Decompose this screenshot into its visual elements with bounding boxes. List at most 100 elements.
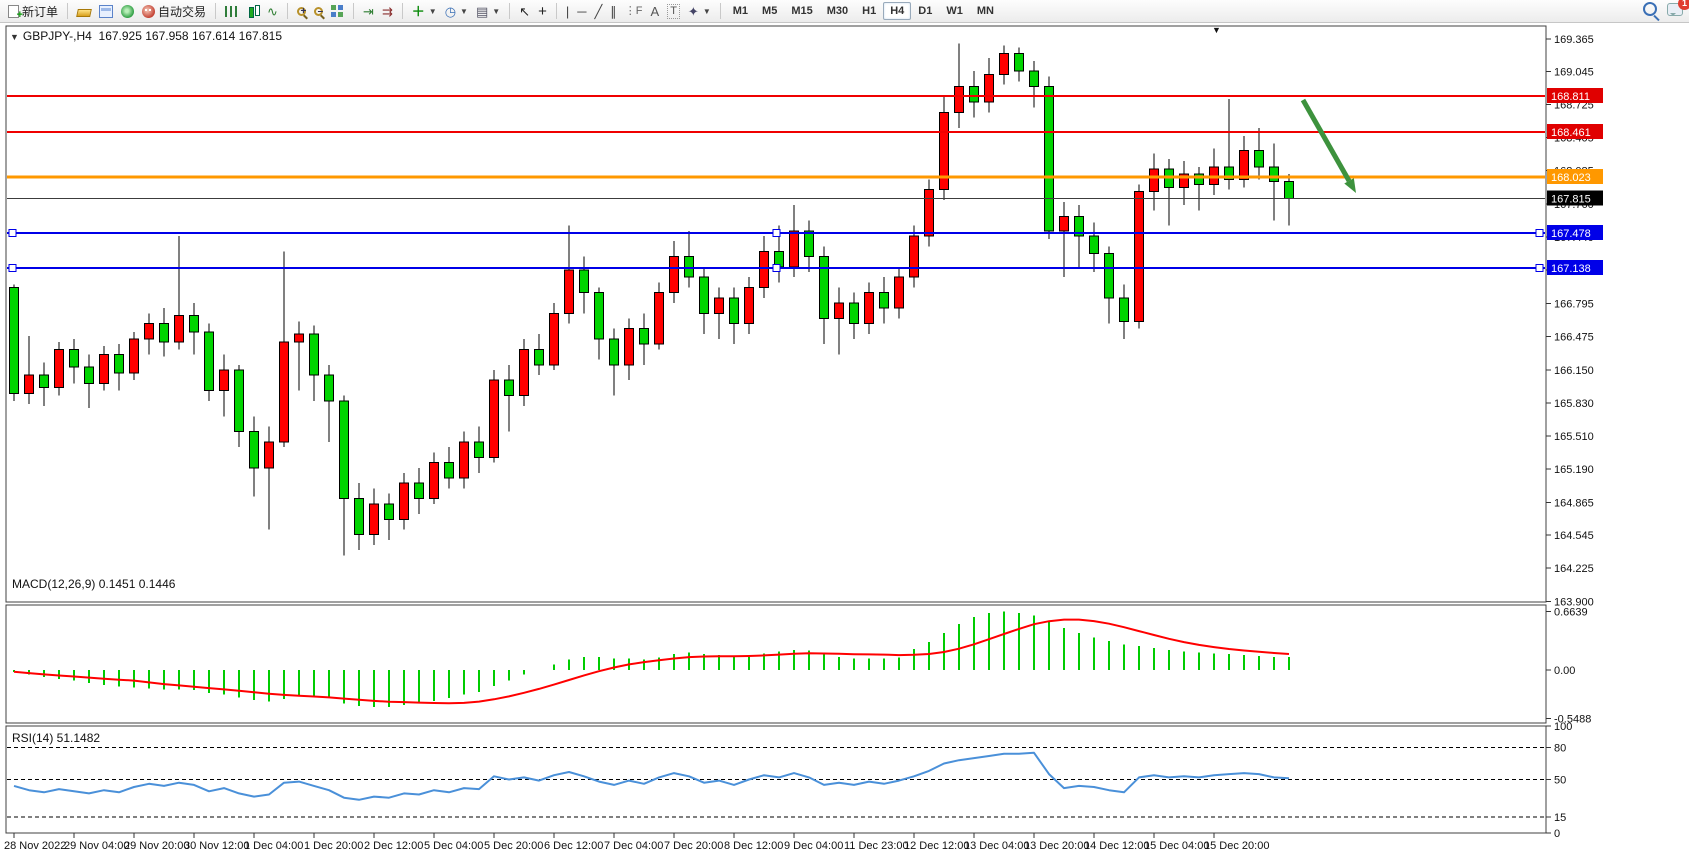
bar-chart-button[interactable] xyxy=(221,1,243,22)
chart-window-icon[interactable] xyxy=(95,1,117,22)
candle xyxy=(55,349,64,387)
timeframe-w1-button[interactable]: W1 xyxy=(939,2,970,20)
svg-text:168.023: 168.023 xyxy=(1551,172,1591,184)
candle xyxy=(760,251,769,287)
svg-text:165.190: 165.190 xyxy=(1554,464,1594,476)
candle xyxy=(310,334,319,375)
svg-text:1 Dec 20:00: 1 Dec 20:00 xyxy=(304,840,363,852)
candle xyxy=(865,293,874,324)
svg-text:100: 100 xyxy=(1554,721,1572,733)
autotrading-button[interactable]: 自动交易 xyxy=(138,1,210,22)
line-handle[interactable] xyxy=(1536,230,1543,237)
timeframe-mn-button[interactable]: MN xyxy=(970,2,1001,20)
svg-text:165.830: 165.830 xyxy=(1554,398,1594,410)
chevron-down-icon[interactable]: ▼ xyxy=(1212,25,1221,35)
notifications-icon[interactable]: 1 xyxy=(1667,3,1683,21)
chart-shift-button[interactable]: ⇥ xyxy=(359,1,378,22)
candle xyxy=(1000,54,1009,75)
shapes-button[interactable]: ✦▼ xyxy=(684,1,715,22)
candle xyxy=(340,401,349,499)
line-handle[interactable] xyxy=(9,230,16,237)
tile-windows-button[interactable] xyxy=(327,1,348,22)
crosshair-button[interactable]: + xyxy=(534,1,551,22)
line-handle[interactable] xyxy=(9,265,16,272)
svg-text:9 Dec 04:00: 9 Dec 04:00 xyxy=(784,840,843,852)
candle xyxy=(685,257,694,278)
svg-text:13 Dec 04:00: 13 Dec 04:00 xyxy=(964,840,1029,852)
gold-icon[interactable] xyxy=(73,1,95,22)
timeframe-m30-button[interactable]: M30 xyxy=(820,2,855,20)
svg-text:169.365: 169.365 xyxy=(1554,34,1594,46)
candle xyxy=(700,277,709,313)
candle xyxy=(205,332,214,391)
toolbar: 新订单 自动交易 ∿ ⇥⇉ ＋▼◷▼▤▼ ↖+ |─╱∥⋮FAT✦▼ M1M5M15M30H1… xyxy=(0,0,1689,23)
candle xyxy=(160,324,169,343)
svg-text:165.510: 165.510 xyxy=(1554,431,1594,443)
zoom-out-button[interactable] xyxy=(310,1,327,22)
timeframe-m15-button[interactable]: M15 xyxy=(784,2,819,20)
horizontal-line-button[interactable]: ─ xyxy=(573,1,590,22)
timeframe-d1-button[interactable]: D1 xyxy=(911,2,939,20)
chart-ohlc-values: 167.925 167.958 167.614 167.815 xyxy=(99,29,283,43)
candle xyxy=(190,315,199,331)
auto-scroll-button[interactable]: ⇉ xyxy=(378,1,397,22)
svg-text:11 Dec 23:00: 11 Dec 23:00 xyxy=(844,840,909,852)
channel-button[interactable]: ∥ xyxy=(606,1,621,22)
svg-text:167.138: 167.138 xyxy=(1551,263,1591,275)
svg-text:166.150: 166.150 xyxy=(1554,365,1594,377)
svg-text:12 Dec 12:00: 12 Dec 12:00 xyxy=(904,840,969,852)
candle xyxy=(805,231,814,257)
candle xyxy=(1045,87,1054,231)
vertical-line-button[interactable]: | xyxy=(562,1,573,22)
chart-title[interactable]: ▼ GBPJPY-,H4 167.925 167.958 167.614 167.… xyxy=(10,29,282,43)
zoom-in-button[interactable] xyxy=(293,1,310,22)
cursor-button[interactable]: ↖ xyxy=(515,1,534,22)
candle xyxy=(610,339,619,365)
trendline-button[interactable]: ╱ xyxy=(590,1,606,22)
search-icon[interactable] xyxy=(1643,2,1657,21)
svg-text:168.461: 168.461 xyxy=(1551,127,1591,139)
line-handle[interactable] xyxy=(773,265,780,272)
timeframe-m5-button[interactable]: M5 xyxy=(755,2,784,20)
candle xyxy=(595,293,604,339)
chart-symbol-period: GBPJPY-,H4 xyxy=(23,29,92,43)
periods-button[interactable]: ◷▼ xyxy=(441,1,472,22)
line-handle[interactable] xyxy=(773,230,780,237)
fibonacci-button[interactable]: ⋮F xyxy=(621,1,647,22)
candlestick-chart-button[interactable] xyxy=(243,1,263,22)
candle xyxy=(910,236,919,277)
line-handle[interactable] xyxy=(1536,265,1543,272)
timeframe-h1-button[interactable]: H1 xyxy=(855,2,883,20)
label-button[interactable]: T xyxy=(663,1,684,22)
text-button[interactable]: A xyxy=(647,1,664,22)
indicators-button[interactable]: ＋▼ xyxy=(408,1,441,22)
chart-canvas[interactable]: 169.365169.045168.725168.405168.085167.7… xyxy=(0,0,1689,860)
candle xyxy=(100,354,109,383)
candle xyxy=(790,231,799,267)
new-order-button[interactable]: 新订单 xyxy=(4,1,62,22)
candle xyxy=(880,293,889,308)
svg-text:13 Dec 20:00: 13 Dec 20:00 xyxy=(1024,840,1089,852)
timeframe-h4-button[interactable]: H4 xyxy=(883,2,911,20)
svg-text:30 Nov 12:00: 30 Nov 12:00 xyxy=(184,840,249,852)
svg-text:15 Dec 04:00: 15 Dec 04:00 xyxy=(1144,840,1209,852)
svg-text:164.865: 164.865 xyxy=(1554,497,1594,509)
candle xyxy=(130,339,139,373)
candle xyxy=(850,303,859,324)
candle xyxy=(1270,167,1279,181)
line-chart-button[interactable]: ∿ xyxy=(263,1,282,22)
candle xyxy=(1120,298,1129,322)
svg-text:14 Dec 12:00: 14 Dec 12:00 xyxy=(1084,840,1149,852)
candle xyxy=(580,270,589,293)
candle xyxy=(265,442,274,468)
svg-text:28 Nov 2022: 28 Nov 2022 xyxy=(4,840,66,852)
timeframe-m1-button[interactable]: M1 xyxy=(726,2,755,20)
rsi-indicator-label: RSI(14) 51.1482 xyxy=(12,731,100,745)
candle xyxy=(490,380,499,457)
templates-button[interactable]: ▤▼ xyxy=(472,1,504,22)
candle xyxy=(895,277,904,308)
candle xyxy=(295,334,304,342)
chart-title-collapse-icon[interactable]: ▼ xyxy=(10,32,19,42)
signals-icon[interactable] xyxy=(117,1,138,22)
macd-pane xyxy=(6,605,1546,723)
